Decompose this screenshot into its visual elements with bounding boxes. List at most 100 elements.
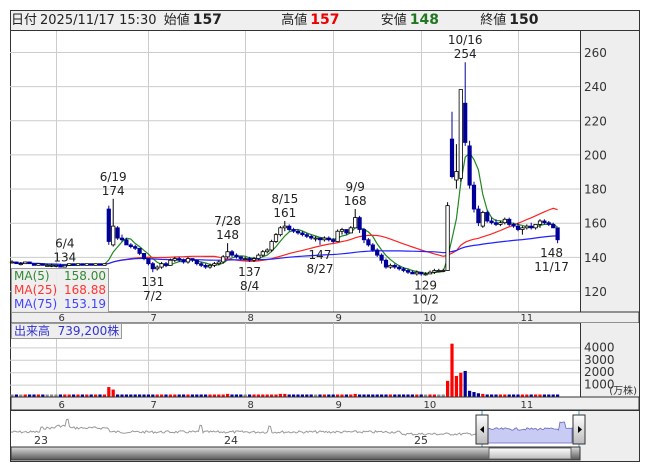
candle-body — [234, 254, 239, 258]
volume-bar — [454, 375, 458, 397]
candle-body — [432, 270, 437, 273]
candle-body — [546, 222, 551, 225]
annotation-price: 129 — [414, 279, 437, 293]
navigator-year-label: 23 — [34, 434, 48, 447]
month-label: 8 — [248, 313, 254, 324]
candle-body — [216, 261, 221, 265]
candle-body — [133, 246, 138, 249]
volume-bar — [472, 392, 476, 397]
candle — [471, 181, 477, 213]
candle-body — [93, 263, 98, 266]
candle-body — [463, 102, 468, 143]
candle-body — [454, 171, 459, 181]
volume-bar — [463, 370, 467, 397]
candle — [102, 263, 107, 266]
candle-body — [507, 218, 512, 225]
candle-body — [89, 263, 94, 266]
candle-body — [9, 261, 15, 264]
candle-body — [23, 261, 28, 265]
ma25-row: MA(25) 168.88 — [12, 283, 108, 297]
candle-body — [124, 239, 129, 246]
ma75-value: 153.19 — [64, 297, 106, 311]
candle-body — [36, 263, 41, 266]
stock-chart[interactable]: 120 140 160 180 200 220 240 260 6/4134 6/19174 13… — [0, 0, 653, 470]
date-label: 日付 — [11, 13, 38, 28]
volume-bar — [111, 389, 115, 397]
navigator-scroll-thumb[interactable] — [488, 447, 572, 460]
candle — [27, 261, 32, 265]
candle-body — [137, 247, 142, 254]
candle-body — [168, 259, 173, 266]
candle-body — [199, 263, 204, 266]
candle-body — [335, 230, 340, 242]
volume-tick-label: 4000 — [584, 340, 615, 354]
candle-body — [493, 222, 499, 225]
candle-body — [379, 254, 384, 261]
candle-body — [172, 258, 177, 261]
candle-body — [467, 145, 472, 186]
annotation-date: 7/28 — [214, 214, 241, 228]
navigator-right-bg — [580, 410, 639, 461]
candle-body — [449, 138, 455, 178]
candle — [458, 89, 463, 182]
candle-body — [555, 227, 560, 241]
candle-body — [291, 229, 296, 232]
candle — [40, 263, 45, 266]
candle-body — [537, 220, 543, 225]
candle — [31, 263, 37, 266]
candle — [106, 205, 111, 245]
annotation-date: 10/16 — [448, 33, 483, 47]
volume-bar — [468, 390, 472, 397]
candle-body — [84, 263, 89, 266]
annotation-date: 8/4 — [240, 279, 259, 293]
candle-body — [476, 208, 481, 224]
candle-body — [295, 230, 301, 234]
annotation-price: 174 — [102, 184, 125, 198]
candle-body — [436, 270, 441, 272]
candle-body — [251, 258, 257, 261]
candle-body — [80, 263, 85, 266]
candle-body — [75, 263, 81, 266]
ma75-row: MA(75) 153.19 — [12, 297, 108, 311]
annotation-date: 7/2 — [143, 289, 162, 303]
price-tick-label: 220 — [584, 114, 607, 128]
navigator-year-label: 25 — [414, 434, 428, 447]
candle — [80, 263, 85, 266]
candle-body — [207, 264, 213, 268]
candle — [485, 210, 490, 223]
month-label: 7 — [151, 400, 157, 411]
price-tick-label: 120 — [584, 285, 607, 299]
candle-body — [53, 264, 59, 267]
candle — [23, 261, 28, 265]
ma25-label: MA(25) — [14, 283, 58, 297]
candle-body — [357, 217, 362, 230]
month-label: 10 — [424, 313, 437, 324]
candle-body — [146, 258, 151, 265]
candle-body — [14, 261, 19, 265]
close-label: 終値 — [480, 13, 507, 28]
ma-legend: MA(5) 158.00 MA(25) 168.88 MA(75) 153.19 — [11, 268, 109, 313]
candle-body — [458, 89, 463, 179]
navigator-year-label: 24 — [224, 434, 238, 447]
close-value: 150 — [509, 12, 539, 28]
candle-body — [163, 263, 169, 266]
candle-body — [388, 264, 393, 268]
candle-body — [419, 271, 424, 275]
candle — [97, 263, 103, 266]
candle-body — [273, 234, 279, 242]
volume-bar — [107, 387, 111, 397]
candle-body — [177, 258, 182, 261]
volume-bar — [446, 380, 450, 397]
candle-body — [551, 224, 556, 229]
candle — [36, 263, 41, 266]
candle-body — [282, 225, 287, 229]
ma5-row: MA(5) 158.00 — [12, 269, 108, 283]
annotation-price: 168 — [344, 194, 367, 208]
candle-body — [278, 227, 283, 236]
candle-body — [243, 258, 248, 260]
range-navigator[interactable]: 23 24 25 — [10, 410, 640, 461]
annotation-date: 6/4 — [55, 236, 74, 250]
candle — [269, 239, 274, 252]
annotation-price: 137 — [238, 265, 261, 279]
ma5-label: MA(5) — [14, 269, 50, 283]
